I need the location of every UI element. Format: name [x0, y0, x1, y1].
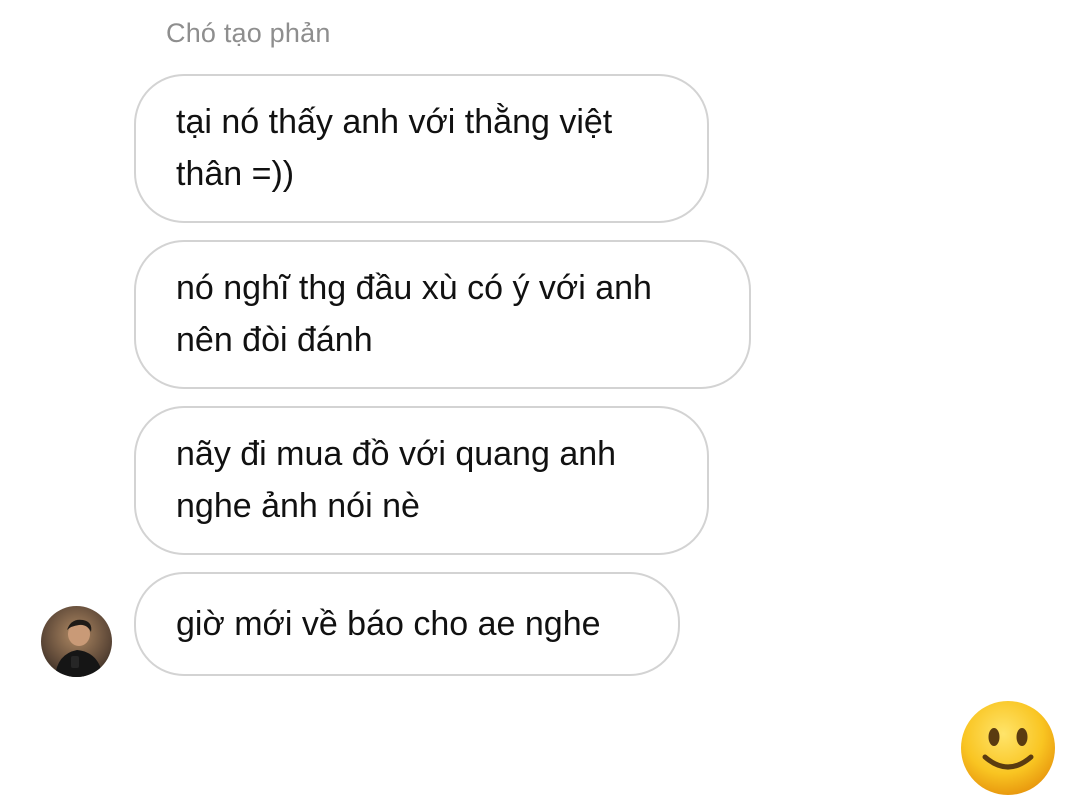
avatar-photo-icon — [41, 606, 112, 677]
message-bubble[interactable]: tại nó thấy anh với thằng việt thân =)) — [134, 74, 709, 223]
emoji-reaction-button[interactable] — [959, 699, 1057, 797]
sender-name: Chó tạo phản — [166, 18, 331, 48]
slightly-smiling-face-icon — [961, 701, 1055, 795]
avatar[interactable] — [41, 606, 112, 677]
message-bubble[interactable]: giờ mới về báo cho ae nghe — [134, 572, 680, 676]
message-bubble[interactable]: nó nghĩ thg đầu xù có ý với anh nên đòi … — [134, 240, 751, 389]
message-bubble[interactable]: nãy đi mua đồ với quang anh nghe ảnh nói… — [134, 406, 709, 555]
